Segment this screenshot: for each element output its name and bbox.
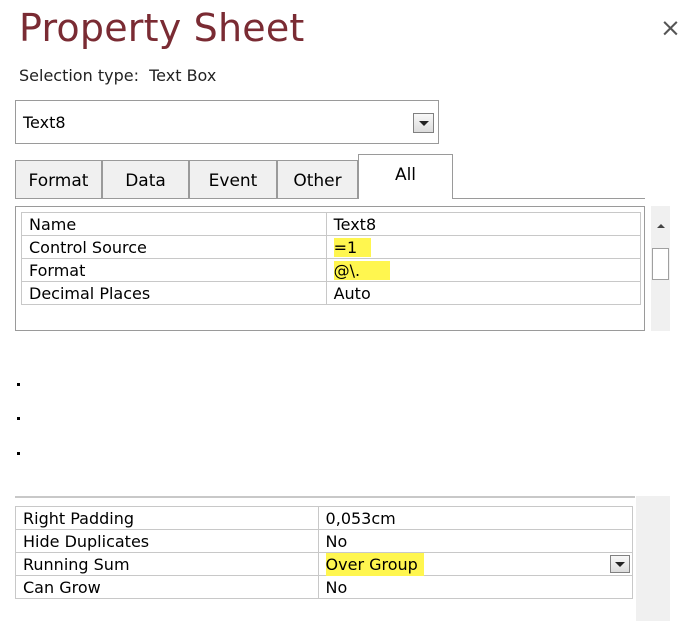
property-table-bottom: Right Padding 0,053cm Hide Duplicates No…: [15, 506, 634, 599]
tab-all[interactable]: All: [358, 154, 453, 199]
table-row[interactable]: Hide Duplicates No: [15, 529, 634, 553]
property-value[interactable]: No: [317, 575, 634, 599]
chevron-down-icon: [418, 121, 429, 126]
scrollbar-thumb[interactable]: [652, 248, 669, 280]
chevron-down-icon: [614, 562, 625, 567]
highlighted-value: Over Group: [325, 552, 424, 576]
property-value[interactable]: No: [317, 529, 634, 553]
property-grid-top: Name Text8 Control Source =1 Format @\. …: [15, 206, 645, 331]
tab-other[interactable]: Other: [277, 160, 358, 198]
highlighted-value: @\.: [333, 260, 391, 280]
ellipsis-dot: [17, 452, 20, 455]
object-select-value: Text8: [23, 113, 66, 132]
property-value[interactable]: Text8: [325, 212, 642, 236]
property-name: Name: [21, 212, 327, 236]
table-row[interactable]: Decimal Places Auto: [21, 281, 642, 305]
property-value[interactable]: =1: [325, 235, 642, 259]
tab-format[interactable]: Format: [15, 160, 102, 198]
property-name: Running Sum: [15, 552, 319, 576]
cropped-row-edge: [15, 496, 635, 498]
table-row[interactable]: Running Sum Over Group: [15, 552, 634, 576]
table-row[interactable]: Control Source =1: [21, 235, 642, 259]
property-value[interactable]: @\.: [325, 258, 642, 282]
table-row[interactable]: Can Grow No: [15, 575, 634, 599]
object-select[interactable]: Text8: [15, 100, 439, 144]
property-name: Control Source: [21, 235, 327, 259]
running-sum-dropdown-button[interactable]: [609, 555, 630, 573]
selection-type-label: Selection type:: [19, 66, 139, 85]
page-title: Property Sheet: [19, 6, 305, 50]
close-icon[interactable]: ×: [660, 15, 681, 40]
tab-event[interactable]: Event: [189, 160, 277, 198]
property-name: Can Grow: [15, 575, 319, 599]
object-select-dropdown-button[interactable]: [413, 113, 434, 133]
scroll-up-icon[interactable]: [657, 224, 665, 228]
property-name: Right Padding: [15, 506, 319, 530]
ellipsis-dot: [17, 417, 20, 420]
property-table-top: Name Text8 Control Source =1 Format @\. …: [21, 212, 642, 305]
scrollbar-track[interactable]: [636, 496, 670, 621]
property-name: Decimal Places: [21, 281, 327, 305]
selection-type: Selection type: Text Box: [19, 66, 216, 85]
table-row[interactable]: Right Padding 0,053cm: [15, 506, 634, 530]
property-value[interactable]: Over Group: [317, 552, 634, 576]
property-name: Hide Duplicates: [15, 529, 319, 553]
ellipsis-dot: [17, 383, 20, 386]
selection-type-value: Text Box: [149, 66, 217, 85]
property-value[interactable]: Auto: [325, 281, 642, 305]
tab-divider: [15, 198, 645, 199]
highlighted-value: =1: [333, 237, 372, 257]
property-value[interactable]: 0,053cm: [317, 506, 634, 530]
table-row[interactable]: Name Text8: [21, 212, 642, 236]
scrollbar[interactable]: [651, 206, 670, 331]
table-row[interactable]: Format @\.: [21, 258, 642, 282]
property-name: Format: [21, 258, 327, 282]
tab-data[interactable]: Data: [102, 160, 189, 198]
